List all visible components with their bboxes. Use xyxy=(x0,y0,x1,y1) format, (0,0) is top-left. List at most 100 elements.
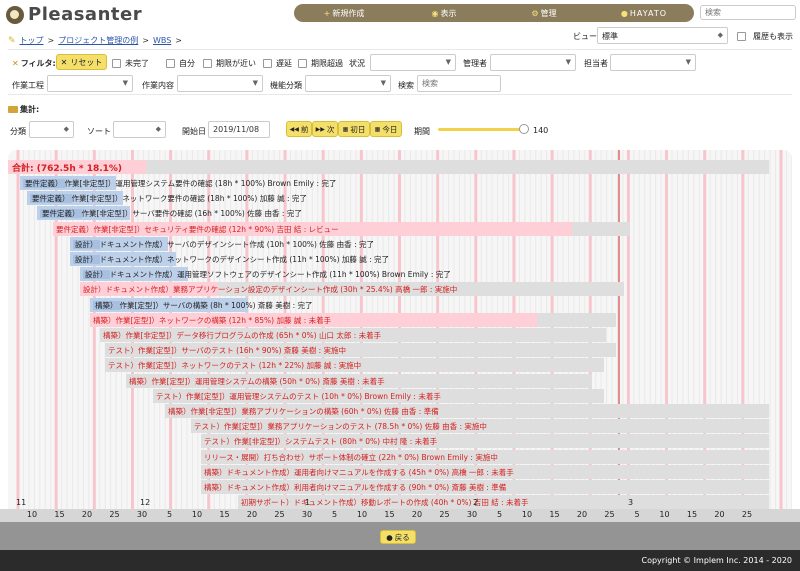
filter-near-due[interactable]: 期限が近い xyxy=(203,58,256,69)
gantt-task-row[interactable]: テスト）作業[定型]）ネットワークのテスト (12h * 22%) 加藤 誠 :… xyxy=(8,358,792,373)
task-text: ドキュメント作成）業務アプリケーション設定のデザインシート作成 (30h * 2… xyxy=(105,285,458,295)
nav-new[interactable]: + 新規作成 xyxy=(294,8,394,19)
back-button[interactable]: ● 戻る xyxy=(380,530,416,544)
axis-day: 10 xyxy=(521,510,533,519)
task-label: 構築） 作業[定型]）サーバの構築 (8h * 100%) 斎藤 美樹 : 完了 xyxy=(93,300,313,311)
gantt-task-row[interactable]: 構築） 作業[定型]）サーバの構築 (8h * 100%) 斎藤 美樹 : 完了 xyxy=(8,297,792,312)
task-label: テスト）作業[定型]）ネットワークのテスト (12h * 22%) 加藤 誠 :… xyxy=(108,360,361,371)
incomplete-checkbox[interactable] xyxy=(112,59,121,68)
axis-day: 15 xyxy=(54,510,65,519)
nav-user[interactable]: ● HAYATO xyxy=(594,9,694,18)
nav-view[interactable]: ◉ 表示 xyxy=(394,8,494,19)
gantt-task-row[interactable]: 要件定義） 作業[非定型]）サーバ要件の確認 (16h * 100%) 佐藤 由香… xyxy=(8,206,792,221)
start-date-input[interactable]: 2019/11/08 xyxy=(208,121,270,138)
function-select[interactable]: ▼ xyxy=(305,75,391,92)
today-button[interactable]: ▦ 今日 xyxy=(370,121,402,137)
gantt-task-row[interactable]: 構築）作業[非定型]）データ移行プログラムの作成 (65h * 0%) 山口 太… xyxy=(8,328,792,342)
view-selected-value: 標準 xyxy=(602,32,618,41)
filter-delayed[interactable]: 遅延 xyxy=(263,58,292,69)
group-select[interactable]: ◆ xyxy=(29,121,74,138)
task-label: 構築）作業[定型]）ネットワークの構築 (12h * 85%) 加藤 誠 : 未… xyxy=(93,315,331,326)
nav-new-label: 新規作成 xyxy=(332,8,365,18)
axis-month: 11 xyxy=(16,498,27,507)
gantt-task-row[interactable]: 要件定義） 作業[非定型]）ネットワーク要件の確認 (18h * 100%) 加藤… xyxy=(8,191,792,206)
task-label: 設計） ドキュメント作成）ネットワークのデザインシート作成 (11h * 100%… xyxy=(73,254,389,265)
overdue-checkbox[interactable] xyxy=(298,59,307,68)
task-label: テスト）作業[定型]）サーバのテスト (16h * 90%) 斎藤 美樹 : 実… xyxy=(108,345,346,356)
gantt-task-row[interactable]: リリース・展開）打ち合わせ）サポート体制の確立 (22h * 0%) Brown… xyxy=(8,449,792,464)
gantt-task-row[interactable]: 構築）ドキュメント作成）利用者向けマニュアルを作成する (90h * 0%) 斎… xyxy=(8,480,792,494)
nav-manage[interactable]: ⚙ 管理 xyxy=(494,8,594,19)
gantt-task-row[interactable]: 構築）作業[非定型]）業務アプリケーションの構築 (60h * 0%) 佐藤 由… xyxy=(8,404,792,418)
period-slider-handle[interactable] xyxy=(519,124,529,134)
breadcrumb-wbs[interactable]: WBS xyxy=(153,36,171,45)
gantt-task-row[interactable]: 設計）ドキュメント作成）業務アプリケーション設定のデザインシート作成 (30h … xyxy=(8,282,792,297)
filter-incomplete[interactable]: 未完了 xyxy=(112,58,149,69)
task-category: テスト） xyxy=(156,391,186,401)
first-day-button[interactable]: ▦ 初日 xyxy=(338,121,370,137)
task-label: 構築）作業[定型]）運用管理システムの構築 (50h * 0%) 斎藤 美樹 :… xyxy=(129,376,385,387)
breadcrumb-separator: > xyxy=(175,36,182,45)
history-toggle[interactable]: 履歴も表示 xyxy=(737,31,793,42)
start-date-value: 2019/11/08 xyxy=(213,125,260,134)
gantt-task-row[interactable]: 設計） ドキュメント作成）運用管理ソフトウェアのデザインシート作成 (11h * … xyxy=(8,267,792,282)
task-category: 構築） xyxy=(93,300,120,310)
filter-search-input[interactable] xyxy=(417,75,501,92)
gantt-task-row[interactable]: テスト）作業[非定型]）システムテスト (80h * 0%) 中村 隆 : 未着… xyxy=(8,434,792,449)
owner-select[interactable]: ▼ xyxy=(610,54,696,71)
gantt-task-row[interactable]: 設計） ドキュメント作成）サーバのデザインシート作成 (10h * 100%) 佐… xyxy=(8,236,792,251)
sort-label: ソート xyxy=(87,127,111,136)
gantt-task-row[interactable]: テスト）作業[定型]）サーバのテスト (16h * 90%) 斎藤 美樹 : 実… xyxy=(8,343,792,358)
gantt-task-row[interactable]: 構築）作業[定型]）ネットワークの構築 (12h * 85%) 加藤 誠 : 未… xyxy=(8,312,792,327)
delayed-checkbox[interactable] xyxy=(263,59,272,68)
task-text: 打ち合わせ）サポート体制の確立 (22h * 0%) Brown Emily :… xyxy=(263,452,498,462)
next-button[interactable]: ▶▶ 次 xyxy=(312,121,338,137)
task-label: テスト）作業[定型]）業務アプリケーションのテスト (78.5h * 0%) 佐… xyxy=(194,421,487,432)
task-category: 構築） xyxy=(204,467,227,477)
gantt-task-row[interactable]: 構築）作業[定型]）運用管理システムの構築 (50h * 0%) 斎藤 美樹 :… xyxy=(8,373,792,388)
search-label: 検索 xyxy=(398,81,414,90)
view-select[interactable]: 標準 ◆ xyxy=(597,27,728,44)
gantt-task-row[interactable]: 要件定義）作業[非定型]）セキュリティ要件の確認 (12h * 90%) 吉田 … xyxy=(8,221,792,236)
breadcrumb-project[interactable]: プロジェクト管理の例 xyxy=(58,35,138,46)
process-select[interactable]: ▼ xyxy=(47,75,133,92)
gantt-task-row[interactable]: 設計） ドキュメント作成）ネットワークのデザインシート作成 (11h * 100%… xyxy=(8,252,792,266)
task-category: 設計） xyxy=(73,255,100,264)
status-select[interactable]: ▼ xyxy=(370,54,456,71)
gantt-task-row[interactable]: 要件定義） 作業[非定型]）運用管理システム要件の確認 (18h * 100%) … xyxy=(8,176,792,190)
axis-day: 5 xyxy=(634,510,640,519)
breadcrumb-top[interactable]: トップ xyxy=(20,35,44,46)
sort-select[interactable]: ◆ xyxy=(113,121,166,138)
task-text: ドキュメント作成）利用者向けマニュアルを作成する (90h * 0%) 斎藤 美… xyxy=(226,483,507,492)
chevron-down-icon: ◆ xyxy=(63,125,69,133)
task-text: 作業[非定型]）運用管理システム要件の確認 (18h * 100%) Brown… xyxy=(64,179,337,188)
period-slider-track[interactable] xyxy=(438,128,526,131)
filter-mine[interactable]: 自分 xyxy=(166,58,195,69)
header-search-input[interactable] xyxy=(700,5,796,20)
filter-label-text: フィルタ: xyxy=(20,59,56,68)
owner-label: 担当者 xyxy=(584,59,608,68)
near-due-checkbox[interactable] xyxy=(203,59,212,68)
reset-button[interactable]: ✕ リセット xyxy=(56,54,107,70)
chevron-down-icon: ▼ xyxy=(380,79,386,87)
manager-select[interactable]: ▼ xyxy=(490,54,576,71)
summary-label: 集計: xyxy=(20,105,40,114)
gantt-task-row[interactable]: テスト）作業[定型]）業務アプリケーションのテスト (78.5h * 0%) 佐… xyxy=(8,419,792,434)
task-text: ドキュメント作成）運用管理ソフトウェアのデザインシート作成 (11h * 100… xyxy=(109,270,451,280)
content-select[interactable]: ▼ xyxy=(177,75,263,92)
axis-day: 25 xyxy=(604,510,615,519)
mine-checkbox[interactable] xyxy=(166,59,175,68)
mine-label: 自分 xyxy=(179,59,195,68)
task-label: リリース・展開）打ち合わせ）サポート体制の確立 (22h * 0%) Brown… xyxy=(204,452,498,463)
copyright: Copyright © Implem Inc. 2014 - 2020 xyxy=(641,556,793,565)
gantt-task-row[interactable]: 構築）ドキュメント作成）運用者向けマニュアルを作成する (45h * 0%) 高… xyxy=(8,464,792,479)
filter-overdue[interactable]: 期限超過 xyxy=(298,58,343,69)
task-label: 要件定義） 作業[非定型]）ネットワーク要件の確認 (18h * 100%) 加藤… xyxy=(30,193,307,204)
task-text: 作業[定型]）ネットワークの構築 (12h * 85%) 加藤 誠 : 未着手 xyxy=(115,315,332,325)
gantt-task-row[interactable]: テスト）作業[定型]）運用管理システムのテスト (10h * 0%) Brown… xyxy=(8,388,792,403)
footer: Copyright © Implem Inc. 2014 - 2020 xyxy=(0,550,800,571)
prev-button[interactable]: ◀◀ 前 xyxy=(286,121,312,137)
near-due-label: 期限が近い xyxy=(216,59,256,68)
history-checkbox[interactable] xyxy=(737,32,746,41)
logo[interactable]: Pleasanter xyxy=(6,4,142,25)
